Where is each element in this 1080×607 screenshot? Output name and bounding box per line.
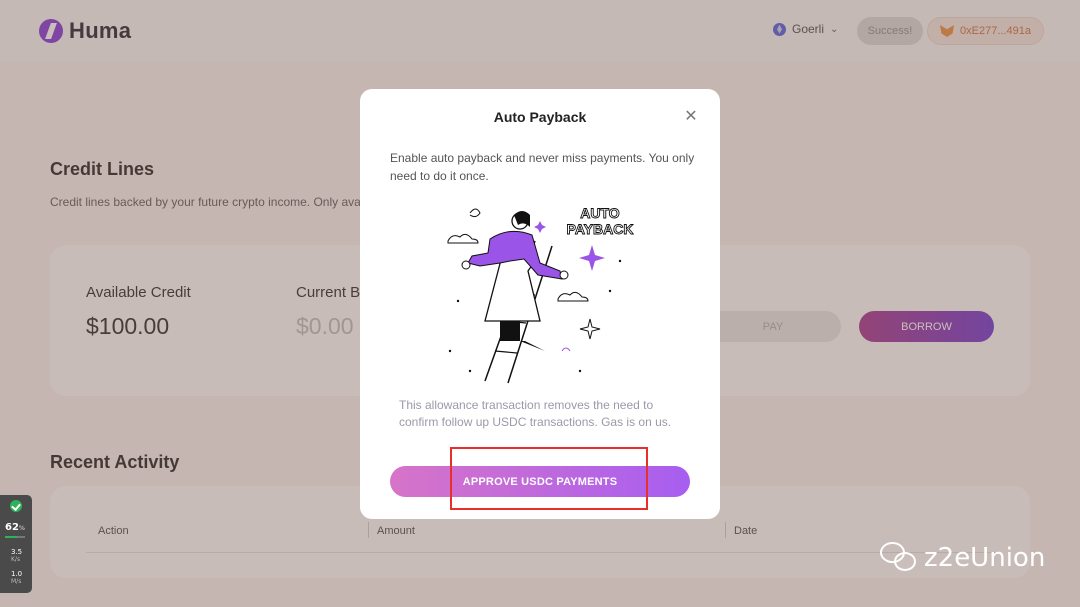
close-icon[interactable]: ✕ (683, 109, 699, 125)
illustration-text: AUTO (580, 205, 620, 221)
modal-note: This allowance transaction removes the n… (399, 398, 672, 429)
illustration-text: PAYBACK (567, 221, 634, 237)
upload-speed: 3.5 K/s (11, 548, 23, 563)
cpu-usage-bar (5, 536, 25, 538)
cpu-usage: 62% (5, 522, 25, 533)
wechat-watermark: z2eUnion (880, 542, 1045, 574)
highlight-annotation (450, 447, 648, 510)
wechat-icon (880, 542, 918, 574)
watermark-text: z2eUnion (924, 543, 1046, 573)
download-speed: 1.0 M/s (11, 570, 23, 585)
modal-title: Auto Payback (493, 109, 587, 125)
modal-description: Enable auto payback and never miss payme… (390, 151, 695, 183)
auto-payback-illustration: AUTO PAYBACK (447, 205, 634, 384)
performance-widget[interactable]: 62% 3.5 K/s 1.0 M/s (0, 495, 32, 593)
check-shield-icon (10, 500, 22, 512)
